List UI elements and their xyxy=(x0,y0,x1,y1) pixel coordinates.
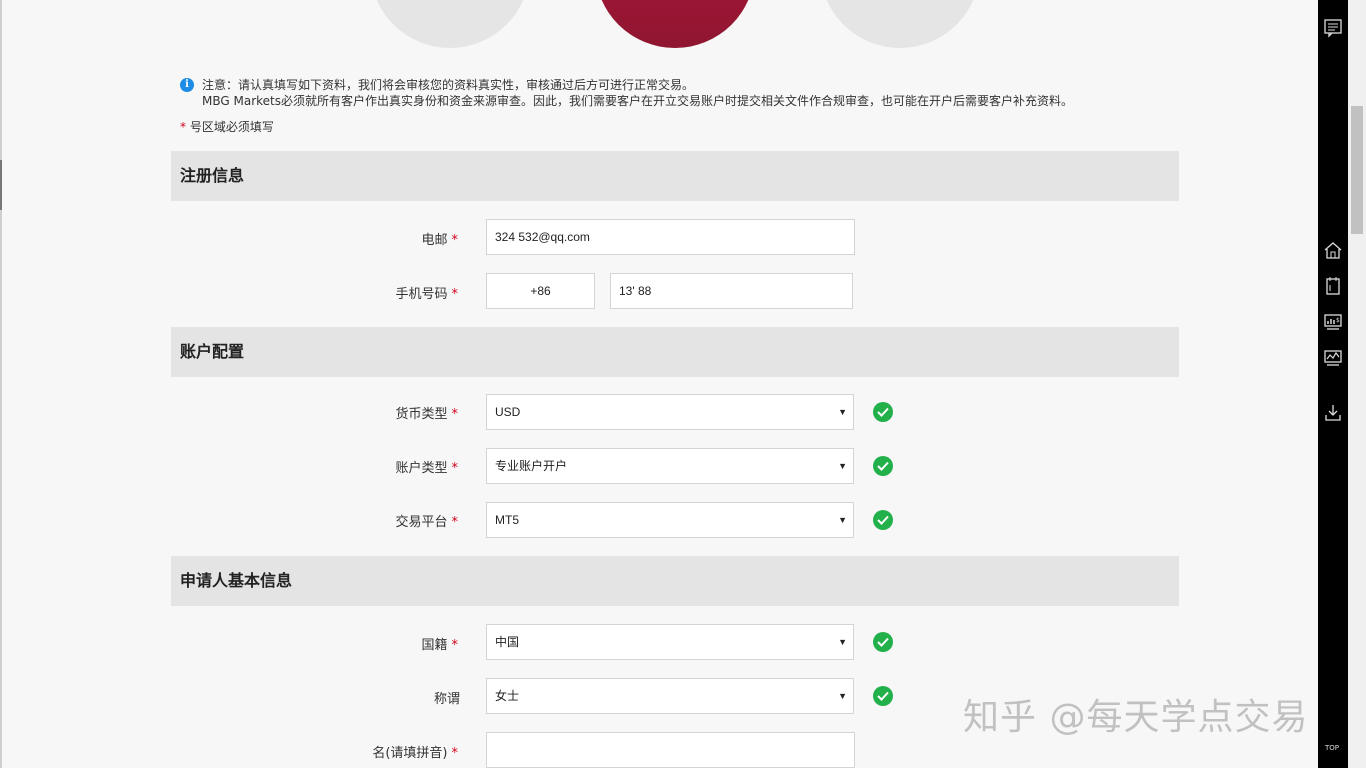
account-type-select-value: 专业账户开户 xyxy=(495,459,568,473)
feedback-icon[interactable] xyxy=(1323,18,1343,38)
email-field[interactable]: 324 532@qq.com xyxy=(486,219,855,255)
required-note-text: 号区域必须填写 xyxy=(189,120,274,134)
platform-select[interactable]: MT5 ▼ xyxy=(486,502,854,538)
notice-text-line2: MBG Markets必须就所有客户作出真实身份和资金来源审查。因此，我们需要客… xyxy=(202,94,1073,108)
nationality-select[interactable]: 中国 ▼ xyxy=(486,624,854,660)
required-star: * xyxy=(451,461,459,476)
check-icon xyxy=(873,510,893,530)
back-to-top-button[interactable]: TOP xyxy=(1325,744,1339,752)
required-star: * xyxy=(451,233,459,248)
currency-select[interactable]: USD ▼ xyxy=(486,394,854,430)
dropdown-arrow-icon: ▼ xyxy=(838,461,847,471)
salutation-select-value: 女士 xyxy=(495,689,520,703)
first-name-label: 名(请填拼音) * xyxy=(372,742,458,761)
required-star: * xyxy=(451,638,459,653)
platform-select-value: MT5 xyxy=(495,513,519,527)
check-icon xyxy=(873,686,893,706)
notice-text-line1: 注意：请认真填写如下资料，我们将会审核您的资料真实性，审核通过后方可进行正常交易… xyxy=(202,78,695,92)
section-header-applicant: 申请人基本信息 xyxy=(171,556,1179,606)
dropdown-arrow-icon: ▼ xyxy=(838,407,847,417)
section-header-registration: 注册信息 xyxy=(171,151,1179,201)
watermark: 知乎 @每天学点交易 xyxy=(963,697,1309,738)
home-icon[interactable] xyxy=(1323,240,1343,260)
check-icon xyxy=(873,402,893,422)
first-name-field[interactable] xyxy=(486,732,855,768)
salutation-label: 称谓 xyxy=(434,688,460,707)
required-star: * xyxy=(180,120,186,134)
required-star: * xyxy=(451,515,459,530)
nationality-label-text: 国籍 xyxy=(421,638,448,653)
salutation-label-text: 称谓 xyxy=(433,692,460,707)
section-title: 账户配置 xyxy=(180,342,245,361)
account-type-select[interactable]: 专业账户开户 ▼ xyxy=(486,448,854,484)
page-left-border-mark xyxy=(0,160,2,210)
page-left-border xyxy=(0,0,2,768)
required-star: * xyxy=(451,407,459,422)
required-star: * xyxy=(451,746,459,761)
check-icon xyxy=(873,456,893,476)
step-circle-1 xyxy=(370,0,530,48)
email-label: 电邮 * xyxy=(421,229,458,248)
required-note: * 号区域必须填写 xyxy=(180,118,274,135)
documents-icon[interactable] xyxy=(1323,276,1343,296)
info-icon: i xyxy=(180,78,194,92)
currency-label-text: 货币类型 xyxy=(395,407,448,422)
phone-country-code-field[interactable]: +86 xyxy=(486,273,595,309)
section-title: 注册信息 xyxy=(180,166,245,185)
section-header-account: 账户配置 xyxy=(171,327,1179,377)
phone-number-field[interactable]: 13' 88 xyxy=(610,273,853,309)
currency-select-value: USD xyxy=(495,405,521,419)
first-name-label-text: 名(请填拼音) xyxy=(372,746,448,761)
monitor-chart-icon[interactable] xyxy=(1323,348,1343,368)
platform-label-text: 交易平台 xyxy=(395,515,448,530)
nationality-select-value: 中国 xyxy=(495,635,520,649)
account-type-label-text: 账户类型 xyxy=(395,461,448,476)
download-icon[interactable] xyxy=(1323,403,1343,423)
scrollbar[interactable] xyxy=(1348,0,1366,768)
phone-label-text: 手机号码 xyxy=(395,287,448,302)
step-circle-3 xyxy=(820,0,980,48)
phone-label: 手机号码 * xyxy=(395,283,458,302)
required-star: * xyxy=(451,287,459,302)
platform-label: 交易平台 * xyxy=(395,511,458,530)
side-toolbar: $ TOP xyxy=(1318,0,1348,768)
check-icon xyxy=(873,632,893,652)
step-circle-2-active xyxy=(595,0,755,48)
nationality-label: 国籍 * xyxy=(421,634,458,653)
account-type-label: 账户类型 * xyxy=(395,457,458,476)
chart-dollar-icon[interactable]: $ xyxy=(1323,312,1343,332)
section-title: 申请人基本信息 xyxy=(180,571,293,590)
email-label-text: 电邮 xyxy=(421,233,448,248)
currency-label: 货币类型 * xyxy=(395,403,458,422)
scrollbar-thumb[interactable] xyxy=(1351,106,1363,234)
dropdown-arrow-icon: ▼ xyxy=(838,515,847,525)
salutation-select[interactable]: 女士 ▼ xyxy=(486,678,854,714)
dropdown-arrow-icon: ▼ xyxy=(838,637,847,647)
svg-text:$: $ xyxy=(1336,317,1340,324)
dropdown-arrow-icon: ▼ xyxy=(838,691,847,701)
